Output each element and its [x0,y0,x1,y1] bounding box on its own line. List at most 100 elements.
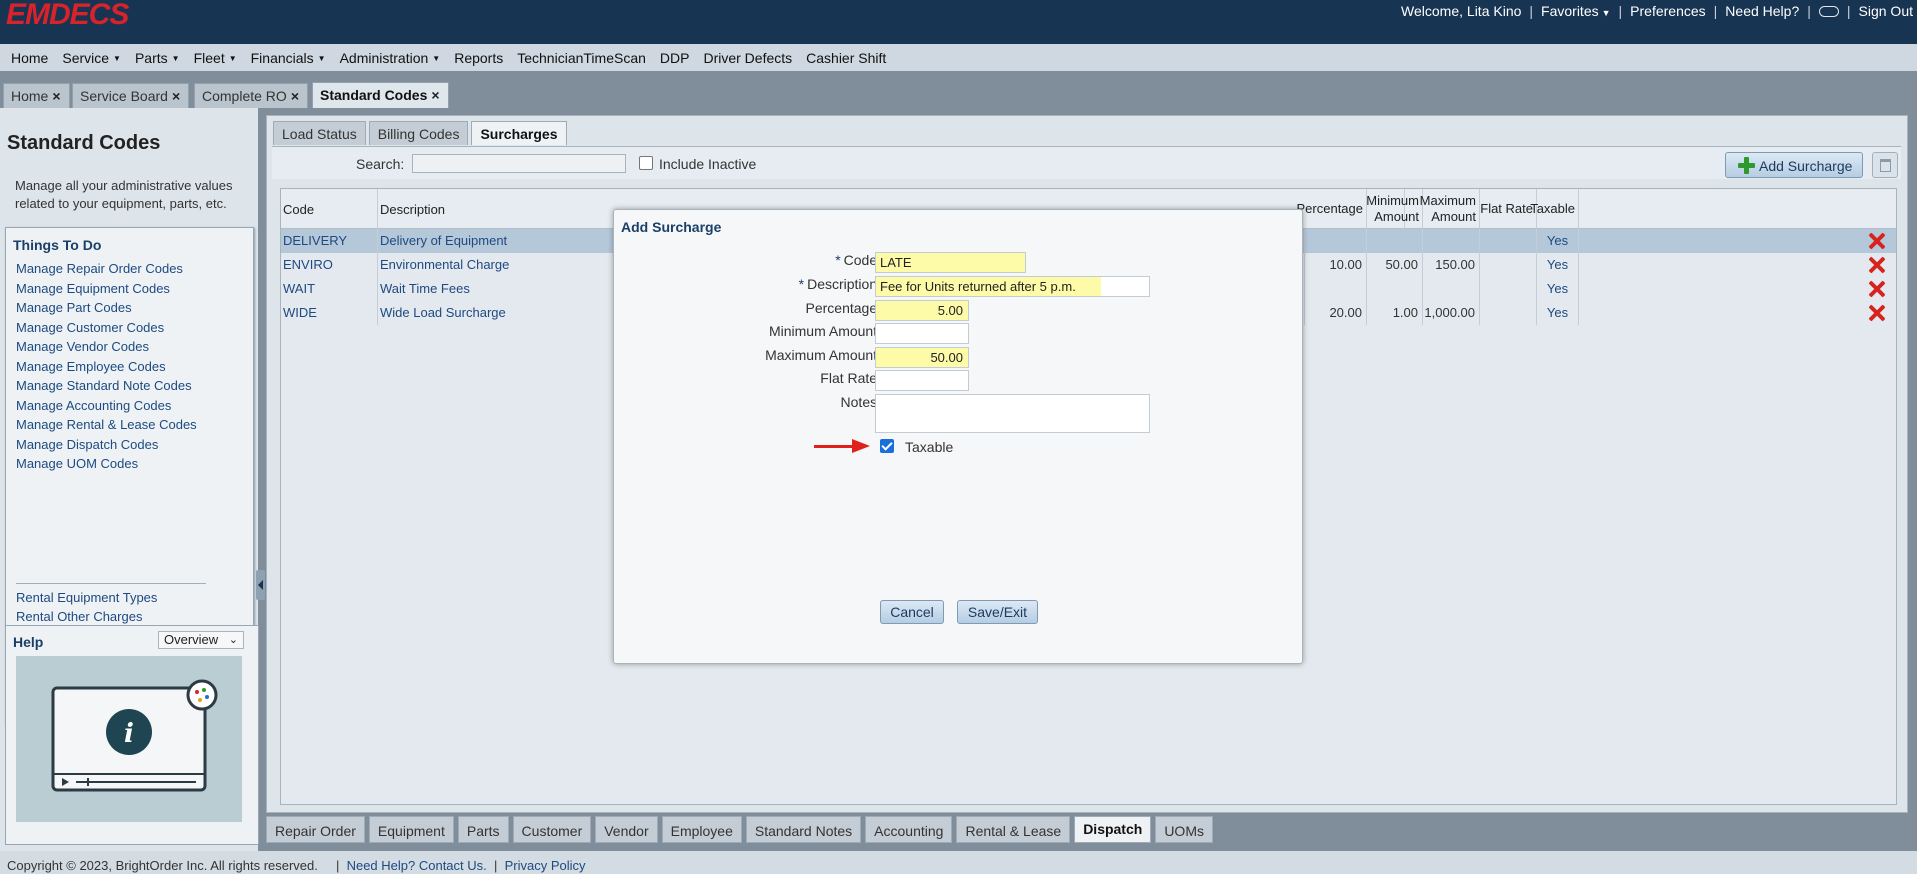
link-part-codes[interactable]: Manage Part Codes [16,298,197,318]
menu-financials[interactable]: Financials ▼ [251,50,326,66]
description-label: * Description: [799,276,881,292]
minimum-amount-input[interactable] [875,323,969,344]
col-header-maximum-amount[interactable]: Maximum Amount [1420,189,1480,229]
notes-textarea[interactable] [875,394,1150,433]
link-rental-lease-codes[interactable]: Manage Rental & Lease Codes [16,415,197,435]
delete-icon[interactable] [1868,256,1886,274]
menu-ddp[interactable]: DDP [660,50,690,66]
favorites-menu[interactable]: Favorites ▼ [1541,3,1611,19]
search-input[interactable] [412,154,626,173]
close-icon[interactable]: × [172,88,180,104]
menu-driver-defects[interactable]: Driver Defects [703,50,792,66]
tab-uoms[interactable]: UOMs [1155,816,1213,843]
tab-employee[interactable]: Employee [661,816,742,843]
tab-billing-codes[interactable]: Billing Codes [368,121,469,145]
cell-taxable: Yes [1537,277,1579,301]
tab-vendor[interactable]: Vendor [595,816,658,843]
percentage-input[interactable]: 5.00 [875,300,969,321]
menu-home[interactable]: Home [11,50,48,66]
tab-parts[interactable]: Parts [457,816,509,843]
tab-surcharges[interactable]: Surcharges [471,121,567,145]
link-standard-note-codes[interactable]: Manage Standard Note Codes [16,376,197,396]
add-surcharge-button[interactable]: Add Surcharge [1725,152,1863,178]
col-header-flat-rate[interactable]: Flat Rate [1480,189,1537,229]
maximum-amount-label: Maximum Amount: [765,347,881,363]
link-accounting-codes[interactable]: Manage Accounting Codes [16,396,197,416]
delete-icon[interactable] [1868,304,1886,322]
page-tab-home[interactable]: Home × [3,83,70,108]
top-links: Welcome, Lita Kino | Favorites ▼ | Prefer… [1401,3,1913,19]
privacy-policy-link[interactable]: Privacy Policy [505,858,586,873]
separator: | [1713,3,1718,19]
menu-parts[interactable]: Parts ▼ [135,50,180,66]
col-header-code[interactable]: Code [281,189,378,229]
delete-icon[interactable] [1868,280,1886,298]
preferences-link[interactable]: Preferences [1630,3,1705,19]
delete-icon[interactable] [1868,232,1886,250]
things-to-do-title: Things To Do [13,237,102,253]
menu-label: Reports [454,49,504,66]
logo: EMDECS [6,0,129,31]
col-header-taxable[interactable]: Taxable [1530,189,1579,229]
help-topic-select[interactable]: Overview ⌄ [158,631,244,649]
close-icon[interactable]: × [52,88,60,104]
tab-repair-order[interactable]: Repair Order [266,816,365,843]
tab-customer[interactable]: Customer [512,816,592,843]
link-rental-equipment-types[interactable]: Rental Equipment Types [16,588,157,607]
link-employee-codes[interactable]: Manage Employee Codes [16,357,197,377]
caret-down-icon: ▼ [432,54,441,64]
tab-accounting[interactable]: Accounting [865,816,953,843]
tab-dispatch[interactable]: Dispatch [1074,816,1152,843]
collapse-sidebar-handle[interactable] [256,570,265,600]
things-to-do-list: Manage Repair Order Codes Manage Equipme… [16,259,197,474]
link-repair-order-codes[interactable]: Manage Repair Order Codes [16,259,197,279]
menu-cashier-shift[interactable]: Cashier Shift [806,50,886,66]
save-exit-button[interactable]: Save/Exit [957,600,1038,624]
link-uom-codes[interactable]: Manage UOM Codes [16,454,197,474]
link-rental-other-charges[interactable]: Rental Other Charges [16,607,157,626]
cell-code: ENVIRO [281,253,378,277]
tab-load-status[interactable]: Load Status [273,121,366,145]
page-tab-complete-ro[interactable]: Complete RO × [194,83,308,108]
tab-rental-lease[interactable]: Rental & Lease [956,816,1071,843]
menu-service[interactable]: Service ▼ [62,50,121,66]
code-input[interactable]: LATE [875,252,1026,273]
oval-icon[interactable] [1818,5,1839,17]
need-help-link[interactable]: Need Help? [1725,3,1799,19]
cell-flat-rate [1480,301,1537,325]
page-title: Standard Codes [7,132,161,154]
maximum-amount-input[interactable]: 50.00 [875,347,969,368]
page-tab-standard-codes[interactable]: Standard Codes × [312,82,449,108]
menu-reports[interactable]: Reports [454,50,503,66]
link-equipment-codes[interactable]: Manage Equipment Codes [16,279,197,299]
flat-rate-input[interactable] [875,370,969,391]
cell-minimum [1367,229,1423,253]
menu-fleet[interactable]: Fleet ▼ [194,50,237,66]
include-inactive-checkbox[interactable] [639,156,653,170]
include-inactive-label: Include Inactive [659,156,757,172]
close-icon[interactable]: × [431,87,439,103]
link-vendor-codes[interactable]: Manage Vendor Codes [16,337,197,357]
tab-equipment[interactable]: Equipment [368,816,454,843]
help-title: Help [13,634,44,650]
link-customer-codes[interactable]: Manage Customer Codes [16,318,197,338]
menu-technician-time-scan[interactable]: TechnicianTimeScan [517,50,646,66]
delete-selected-button[interactable] [1872,152,1898,178]
cancel-button[interactable]: Cancel [880,600,944,624]
cell-minimum [1367,277,1423,301]
link-dispatch-codes[interactable]: Manage Dispatch Codes [16,435,197,455]
description-input[interactable]: Fee for Units returned after 5 p.m. [875,276,1150,297]
taxable-checkbox[interactable] [880,439,894,453]
contact-link[interactable]: Need Help? Contact Us. [347,858,487,873]
cell-taxable: Yes [1537,253,1579,277]
help-video-thumbnail[interactable]: i [16,656,242,822]
tab-standard-notes[interactable]: Standard Notes [745,816,862,843]
close-icon[interactable]: × [291,88,299,104]
col-header-minimum-amount[interactable]: Minimum Amount [1366,189,1423,229]
menu-administration[interactable]: Administration ▼ [340,50,441,66]
sign-out-link[interactable]: Sign Out [1859,3,1913,19]
page-tab-service-board[interactable]: Service Board × [72,83,190,108]
required-marker: * [798,276,805,292]
module-tabs: Repair Order Equipment Parts Customer Ve… [266,816,1213,843]
col-header-percentage[interactable]: Percentage [1297,189,1367,229]
